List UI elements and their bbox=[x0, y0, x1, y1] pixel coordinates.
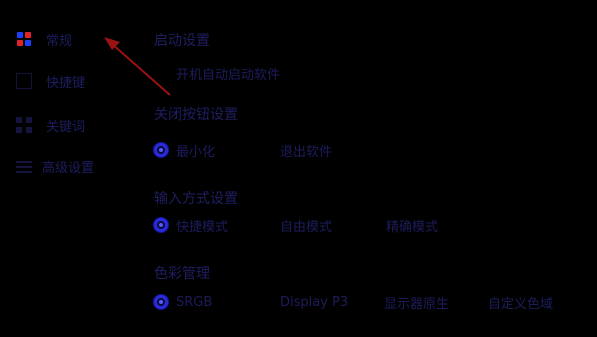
radio-label: Display P3 bbox=[280, 294, 349, 310]
radio-selected-icon bbox=[154, 143, 168, 157]
settings-window: 常规 快捷键 关键词 高级设置 启动设置 开机自动启动软件 关闭按钮设置 最小化… bbox=[0, 0, 597, 337]
sidebar-item-hotkeys[interactable]: 快捷键 bbox=[16, 71, 85, 91]
input-mode-section-title: 输入方式设置 bbox=[154, 191, 238, 207]
close-button-section-title: 关闭按钮设置 bbox=[154, 107, 238, 123]
radio-custom-gamut[interactable]: 自定义色域 bbox=[488, 292, 553, 312]
radio-label: 最小化 bbox=[176, 144, 216, 160]
radio-precise-mode[interactable]: 精确模式 bbox=[386, 215, 438, 235]
radio-selected-icon bbox=[154, 295, 168, 309]
radio-exit[interactable]: 退出软件 bbox=[280, 140, 332, 160]
radio-label: 精确模式 bbox=[386, 219, 439, 235]
startup-section-title: 启动设置 bbox=[154, 33, 210, 49]
sidebar: 常规 快捷键 关键词 高级设置 bbox=[0, 0, 140, 337]
list-icon bbox=[16, 158, 32, 174]
color-management-section-title: 色彩管理 bbox=[154, 266, 210, 282]
sidebar-item-general[interactable]: 常规 bbox=[16, 29, 72, 49]
radio-native-display[interactable]: 显示器原生 bbox=[384, 292, 449, 312]
radio-label: 自定义色域 bbox=[488, 296, 554, 312]
sidebar-item-label: 常规 bbox=[46, 33, 73, 49]
radio-selected-icon bbox=[154, 218, 168, 232]
radio-label: SRGB bbox=[176, 294, 213, 310]
radio-label: 显示器原生 bbox=[384, 296, 450, 312]
input-mode-radio-group: 快捷模式 自由模式 精确模式 bbox=[154, 215, 594, 235]
sidebar-item-advanced[interactable]: 高级设置 bbox=[16, 156, 94, 176]
color-management-radio-group: SRGB Display P3 显示器原生 自定义色域 bbox=[154, 292, 594, 312]
sidebar-item-keywords[interactable]: 关键词 bbox=[16, 115, 85, 135]
sidebar-item-label: 关键词 bbox=[46, 119, 86, 135]
radio-label: 快捷模式 bbox=[176, 219, 229, 235]
radio-label: 退出软件 bbox=[280, 144, 333, 160]
radio-label: 自由模式 bbox=[280, 219, 333, 235]
sidebar-item-label: 快捷键 bbox=[46, 75, 86, 91]
close-button-radio-group: 最小化 退出软件 bbox=[154, 140, 594, 160]
auto-start-checkbox[interactable]: 开机自动启动软件 bbox=[176, 64, 280, 83]
sidebar-item-label: 高级设置 bbox=[42, 160, 95, 176]
radio-minimize[interactable]: 最小化 bbox=[154, 140, 215, 160]
app-logo-icon bbox=[16, 31, 32, 47]
radio-srgb[interactable]: SRGB bbox=[154, 292, 212, 312]
radio-free-mode[interactable]: 自由模式 bbox=[280, 215, 332, 235]
radio-quick-mode[interactable]: 快捷模式 bbox=[154, 215, 228, 235]
keyboard-icon bbox=[16, 73, 32, 89]
grid-icon bbox=[16, 117, 32, 133]
radio-display-p3[interactable]: Display P3 bbox=[280, 292, 348, 312]
